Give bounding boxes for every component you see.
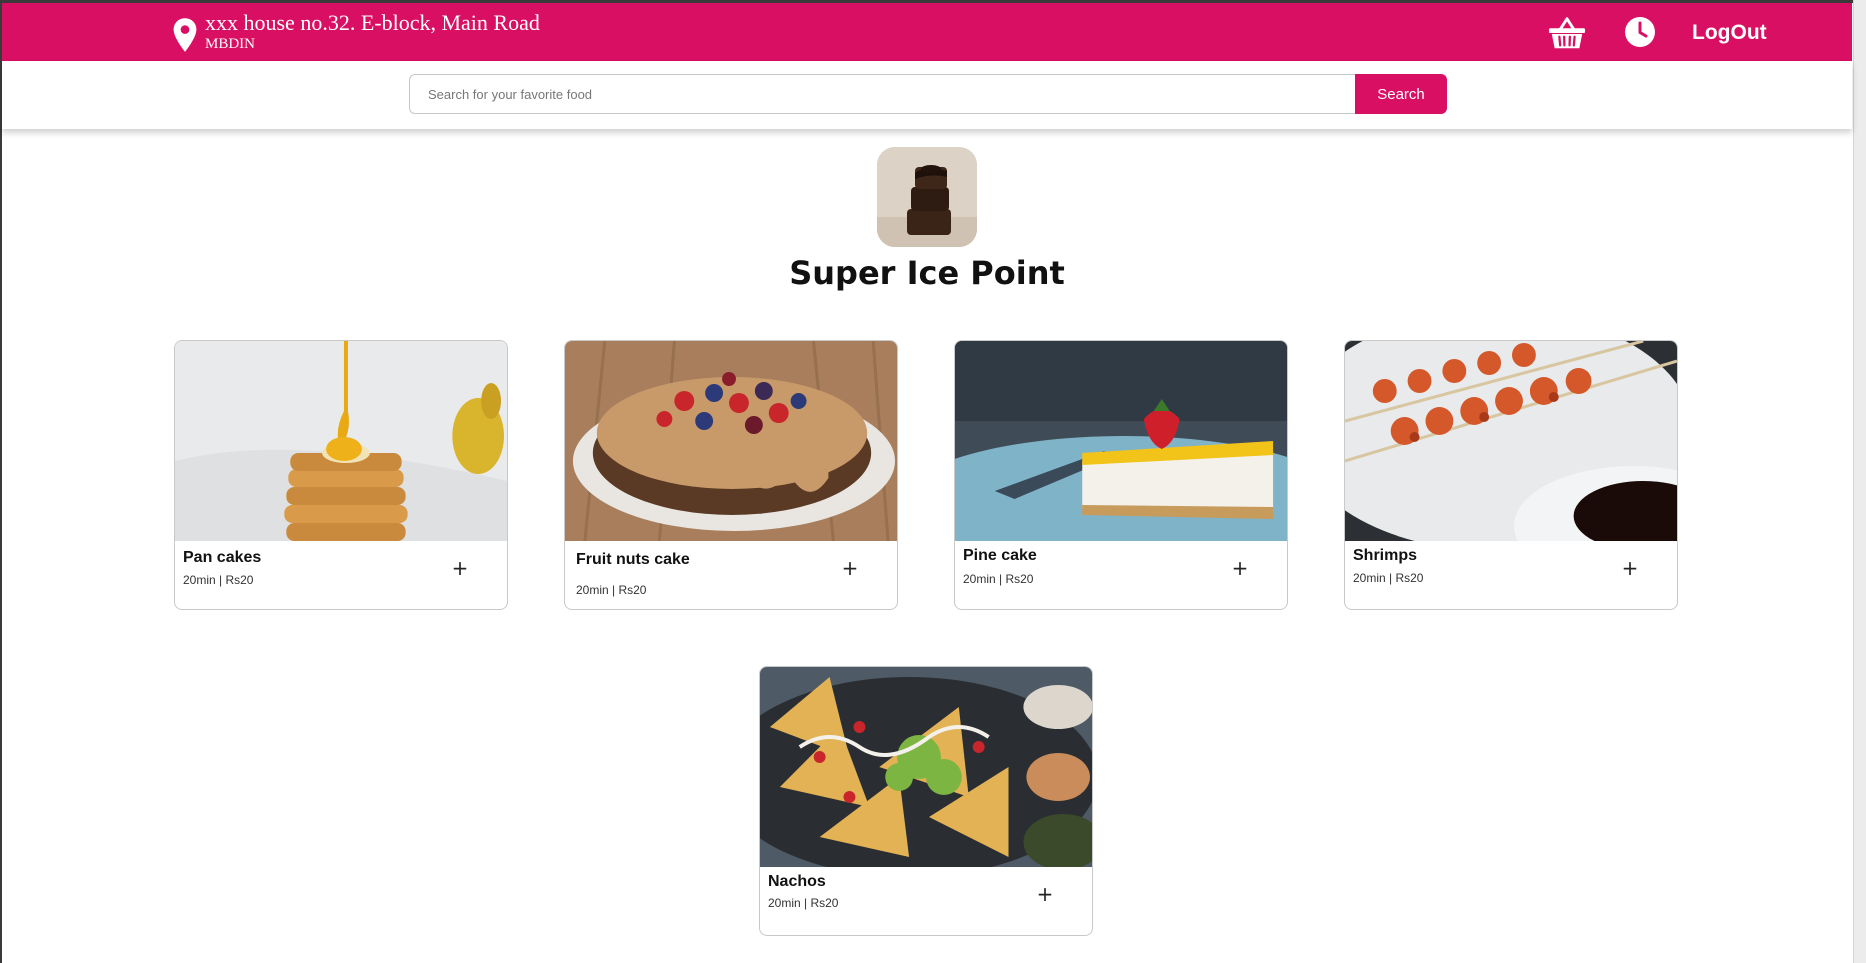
food-meta: 20min | Rs20	[1353, 571, 1424, 585]
food-meta: 20min | Rs20	[576, 583, 647, 597]
basket-icon[interactable]	[1548, 15, 1586, 51]
food-name: Fruit nuts cake	[576, 551, 690, 568]
food-name: Pine cake	[963, 547, 1037, 564]
food-card-shrimps[interactable]: Shrimps 20min | Rs20 +	[1344, 340, 1678, 610]
address-city: MBDIN	[205, 36, 256, 52]
shrimps-image	[1345, 341, 1677, 541]
delivery-address: xxx house no.32. E-block, Main Road MBDI…	[205, 11, 540, 53]
food-card-nachos[interactable]: Nachos 20min | Rs20 +	[759, 666, 1093, 936]
add-to-cart-button[interactable]: +	[835, 553, 865, 583]
pine-cake-image	[955, 341, 1287, 541]
food-name: Pan cakes	[183, 549, 262, 566]
logout-button[interactable]: LogOut	[1692, 21, 1767, 45]
food-meta: 20min | Rs20	[183, 573, 254, 587]
store-logo	[877, 147, 977, 247]
food-meta: 20min | Rs20	[768, 896, 839, 910]
add-to-cart-button[interactable]: +	[1030, 879, 1060, 909]
top-header: xxx house no.32. E-block, Main Road MBDI…	[2, 3, 1852, 61]
pancakes-image	[175, 341, 507, 541]
food-name: Nachos	[768, 873, 826, 890]
food-card-pan-cakes[interactable]: Pan cakes 20min | Rs20 +	[174, 340, 508, 610]
food-card-pine-cake[interactable]: Pine cake 20min | Rs20 +	[954, 340, 1288, 610]
clock-icon[interactable]	[1624, 16, 1656, 48]
food-meta: 20min | Rs20	[963, 572, 1034, 586]
search-input[interactable]	[409, 74, 1355, 114]
store-name: Super Ice Point	[789, 254, 1065, 292]
page-scrollbar[interactable]	[1853, 0, 1866, 963]
window-left-edge	[0, 0, 2, 963]
address-line: xxx house no.32. E-block, Main Road	[205, 10, 540, 35]
location-pin-icon	[173, 18, 197, 52]
nachos-image	[760, 667, 1092, 867]
food-name: Shrimps	[1353, 547, 1418, 564]
search-bar: Search	[2, 61, 1852, 129]
add-to-cart-button[interactable]: +	[1615, 553, 1645, 583]
fruit-cake-image	[565, 341, 897, 541]
add-to-cart-button[interactable]: +	[1225, 553, 1255, 583]
brownie-image	[877, 147, 977, 247]
add-to-cart-button[interactable]: +	[445, 553, 475, 583]
search-button[interactable]: Search	[1355, 74, 1447, 114]
food-card-fruit-nuts-cake[interactable]: Fruit nuts cake 20min | Rs20 +	[564, 340, 898, 610]
